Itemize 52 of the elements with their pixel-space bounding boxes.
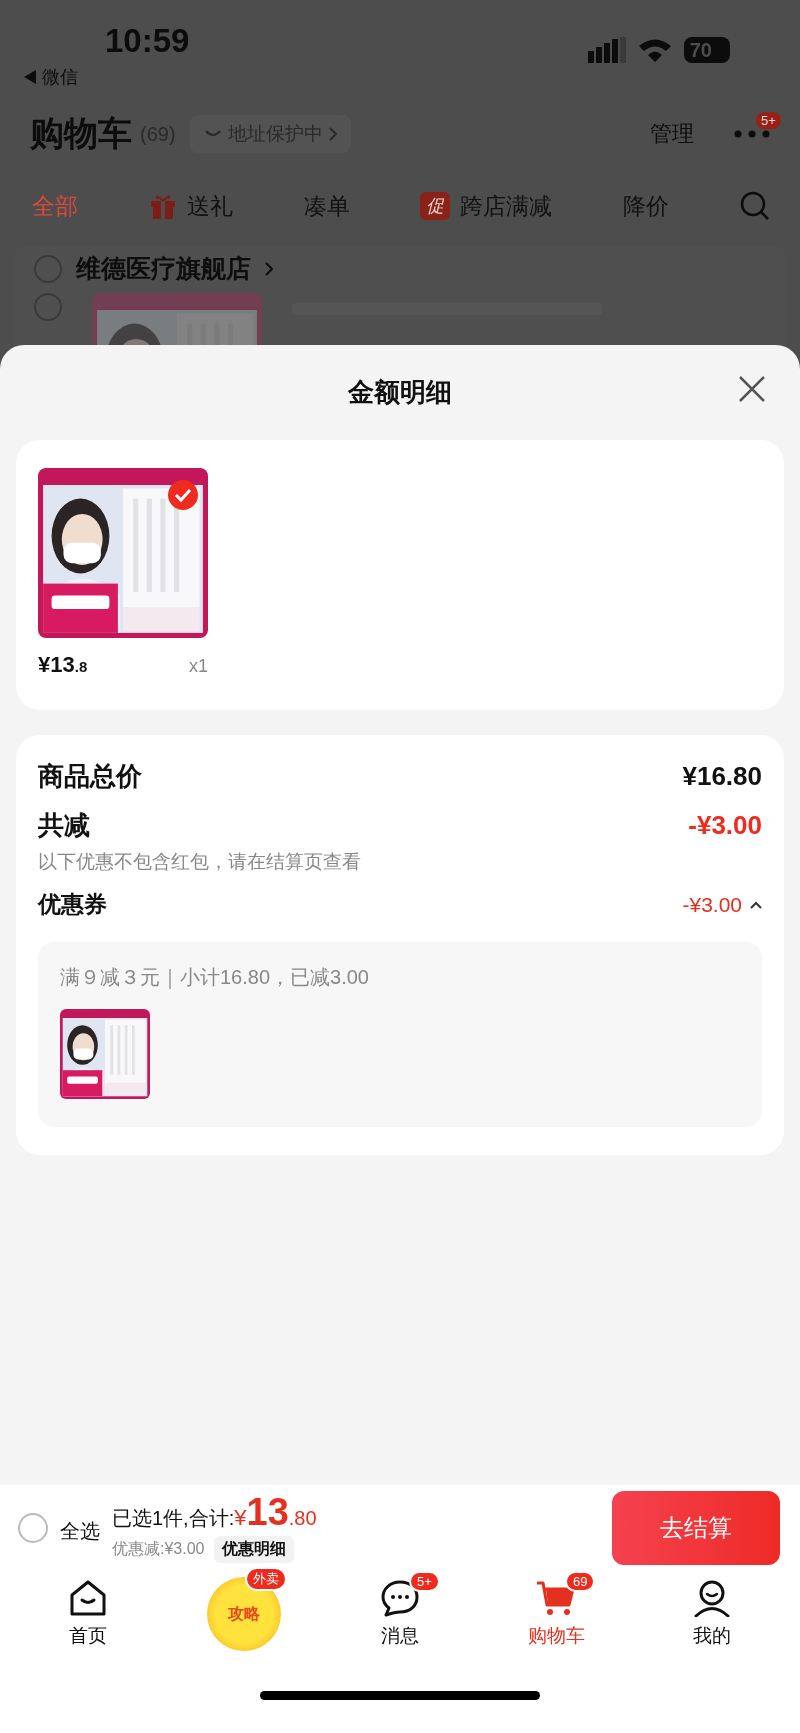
battery-level: 70	[683, 37, 730, 63]
total-decimal: .80	[288, 1506, 317, 1530]
nav-badge: 5+	[409, 1571, 440, 1592]
nav-tab[interactable]: 我的	[657, 1579, 767, 1649]
filter-tab[interactable]: 降价	[623, 190, 670, 222]
selected-summary: 已选1件,合计:	[112, 1505, 235, 1531]
summary-label: 商品总价	[38, 760, 142, 793]
item-quantity: x1	[189, 656, 208, 677]
discount-detail-button[interactable]: 优惠明细	[214, 1535, 295, 1563]
select-all-checkbox[interactable]	[18, 1512, 48, 1543]
promo-tag: 促	[420, 192, 451, 220]
nav-badge: 外卖	[245, 1567, 287, 1591]
smile-icon	[203, 129, 222, 139]
checkmark-icon[interactable]	[168, 480, 198, 510]
caret-up-icon[interactable]	[750, 900, 762, 909]
gift-icon	[148, 193, 177, 219]
filter-tab[interactable]: 送礼	[186, 190, 233, 222]
checkout-button[interactable]: 去结算	[612, 1490, 780, 1565]
sheet-title: 金额明细	[348, 376, 452, 409]
more-icon[interactable]	[734, 130, 770, 138]
item-price: ¥13.8	[38, 652, 88, 678]
signal-icon	[587, 37, 626, 63]
coupon-detail-text: 满９减３元｜小计16.80，已减3.00	[60, 965, 370, 991]
summary-label: 共减	[38, 809, 90, 842]
back-arrow-icon	[24, 70, 36, 84]
currency-symbol: ¥	[234, 1504, 247, 1531]
search-icon[interactable]	[740, 191, 770, 221]
summary-value: ¥16.80	[682, 761, 762, 792]
home-icon	[68, 1579, 108, 1617]
filter-tab[interactable]: 跨店满减	[460, 190, 553, 222]
person-icon	[692, 1579, 732, 1617]
total-amount: 13	[246, 1492, 289, 1531]
status-time: 10:59	[105, 22, 190, 61]
summary-value: -¥3.00	[688, 810, 762, 841]
nav-badge: 69	[565, 1571, 596, 1592]
back-link[interactable]: 微信	[42, 65, 78, 89]
page-title: 购物车	[30, 113, 132, 154]
filter-tab[interactable]: 凑单	[303, 190, 350, 222]
store-name[interactable]: 维德医疗旗舰店	[76, 252, 251, 285]
wifi-icon	[637, 37, 672, 63]
summary-note: 以下优惠不包含红包，请在结算页查看	[38, 850, 362, 874]
select-all-label[interactable]: 全选	[60, 1518, 100, 1545]
chevron-right-icon	[265, 261, 273, 276]
discount-text: 优惠减:¥3.00	[112, 1538, 205, 1559]
nav-tab[interactable]: 首页	[33, 1579, 143, 1649]
manage-button[interactable]: 管理	[650, 119, 694, 149]
filter-tab[interactable]: 全部	[32, 190, 78, 222]
summary-value: -¥3.00	[682, 892, 742, 917]
chevron-right-icon	[328, 127, 337, 141]
summary-label: 优惠券	[38, 890, 107, 919]
notification-badge: 5+	[756, 112, 781, 129]
close-icon[interactable]	[738, 375, 766, 403]
